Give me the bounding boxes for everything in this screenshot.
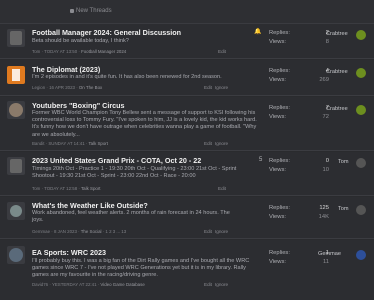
last-poster[interactable]: Crabtree (326, 69, 348, 75)
avatar[interactable] (7, 246, 25, 264)
thread-meta: Tom · TODAY AT 12:58 · Talk Sport (32, 186, 101, 191)
forum[interactable]: On The Box (79, 85, 102, 90)
avatar[interactable] (7, 29, 25, 47)
thread-row[interactable]: What's the Weather Like Outside? Work ab… (0, 197, 374, 239)
last-poster-avatar[interactable] (356, 205, 366, 215)
thread-snippet: Work abandoned, feel weather alerts. 2 m… (32, 210, 230, 224)
thread-title[interactable]: 2023 United States Grand Prix - COTA, Oc… (32, 156, 201, 165)
replies-value: 0 (325, 158, 329, 164)
last-poster-avatar[interactable] (356, 30, 366, 40)
views-label: Views: (269, 77, 286, 83)
views-value: 8 (325, 39, 329, 45)
header-label: New Threads (76, 8, 112, 14)
forum[interactable]: Talk Sport (88, 141, 108, 146)
avatar[interactable] (7, 157, 25, 175)
forum[interactable]: Talk Sport (81, 186, 101, 191)
replies-label: Replies: (269, 105, 290, 111)
edit-link[interactable]: Edit (218, 186, 226, 191)
ignore-link[interactable]: Ignore (215, 282, 228, 287)
avatar[interactable] (7, 202, 25, 220)
author[interactable]: Legion (32, 85, 45, 90)
last-poster-avatar[interactable] (356, 250, 366, 260)
date: SUNDAY AT 14:41 (48, 141, 85, 146)
author[interactable]: Bandit (32, 141, 44, 146)
thread-title[interactable]: Football Manager 2024: General Discussio… (32, 28, 181, 37)
thread-meta: Bandit · SUNDAY AT 14:41 · Talk Sport (32, 141, 108, 146)
thread-meta: Gemmae · 8 JAN 2023 · The Social · 1 2 3… (32, 229, 127, 234)
date: 8 JAN 2023 (53, 229, 77, 234)
date: YESTERDAY AT 22:41 (51, 282, 97, 287)
views-value: 14K (318, 214, 329, 220)
thread-row[interactable]: 2023 United States Grand Prix - COTA, Oc… (0, 152, 374, 196)
views-value: 11 (322, 259, 329, 265)
thread-snippet: I'm 2 episodes in and it's quite fun. It… (32, 74, 222, 80)
author[interactable]: Gemmae (32, 229, 50, 234)
last-poster[interactable]: Gemmae (318, 251, 341, 257)
last-poster-avatar[interactable] (356, 158, 366, 168)
page-links[interactable]: 1 2 3 ... 13 (105, 229, 126, 234)
edit-link[interactable]: Edit (204, 282, 212, 287)
views-value: 269 (319, 77, 329, 83)
replies-label: Replies: (269, 68, 290, 74)
edit-link[interactable]: Edit (204, 229, 212, 234)
thread-title[interactable]: The Diplomat (2023) (32, 65, 100, 74)
thread-snippet: Former WBC World Champion Tony Bellew se… (32, 110, 257, 138)
edit-link[interactable]: Edit (204, 85, 212, 90)
replies-label: Replies: (269, 30, 290, 36)
views-label: Views: (269, 39, 286, 45)
forum[interactable]: Video Game Database (100, 282, 144, 287)
threads-icon (70, 9, 74, 13)
last-poster-avatar[interactable] (356, 68, 366, 78)
date: TODAY AT 13:50 (44, 49, 78, 54)
thread-title[interactable]: EA Sports: WRC 2023 (32, 248, 106, 257)
date: TODAY AT 12:58 (44, 186, 78, 191)
last-poster[interactable]: Crabtree (326, 106, 348, 112)
author[interactable]: Tom (32, 186, 40, 191)
ignore-link[interactable]: Ignore (215, 85, 228, 90)
author[interactable]: David76 (32, 282, 48, 287)
ignore-link[interactable]: Ignore (215, 229, 228, 234)
thread-row[interactable]: EA Sports: WRC 2023 I'll probably buy th… (0, 240, 374, 300)
thread-row[interactable]: Youtubers "Boxing" Circus Former WBC Wor… (0, 97, 374, 151)
new-threads-header: New Threads (0, 0, 374, 24)
forum[interactable]: Football Manager 2024 (81, 49, 126, 54)
edit-link[interactable]: Edit (218, 49, 226, 54)
thread-snippet: Beta should be available today, I think? (32, 38, 129, 44)
last-poster-avatar[interactable] (356, 105, 366, 115)
views-label: Views: (269, 259, 286, 265)
date: 16 APR 2023 (49, 85, 75, 90)
thread-snippet: I'll probably buy this. I was a big fan … (32, 258, 250, 279)
views-label: Views: (269, 214, 286, 220)
thread-meta: Tom · TODAY AT 13:50 · Football Manager … (32, 49, 127, 54)
thread-row[interactable]: The Diplomat (2023) I'm 2 episodes in an… (0, 60, 374, 96)
last-poster[interactable]: Tom (338, 159, 349, 165)
replies-label: Replies: (269, 250, 290, 256)
thread-meta: David76 · YESTERDAY AT 22:41 · Video Gam… (32, 282, 145, 287)
views-value: 10 (322, 167, 329, 173)
thread-title[interactable]: What's the Weather Like Outside? (32, 201, 148, 210)
thread-row[interactable]: Football Manager 2024: General Discussio… (0, 24, 374, 59)
last-poster[interactable]: Tom (338, 206, 349, 212)
bell-icon[interactable]: 🔔 (254, 28, 261, 35)
views-value: 72 (322, 114, 329, 120)
thread-title[interactable]: Youtubers "Boxing" Circus (32, 101, 125, 110)
avatar[interactable] (7, 101, 25, 119)
author[interactable]: Tom (32, 49, 40, 54)
views-label: Views: (269, 167, 286, 173)
ignore-link[interactable]: Ignore (215, 141, 228, 146)
reply-count: 5 (259, 157, 263, 163)
replies-label: Replies: (269, 205, 290, 211)
last-poster[interactable]: Crabtree (326, 31, 348, 37)
avatar[interactable] (7, 66, 25, 84)
thread-snippet: Timings 20th Oct - Practice 1 - 19:30 20… (32, 166, 237, 180)
edit-link[interactable]: Edit (204, 141, 212, 146)
replies-label: Replies: (269, 158, 290, 164)
replies-value: 125 (319, 205, 329, 211)
views-label: Views: (269, 114, 286, 120)
thread-meta: Legion · 16 APR 2023 · On The Box (32, 85, 103, 90)
forum[interactable]: The Social (81, 229, 102, 234)
